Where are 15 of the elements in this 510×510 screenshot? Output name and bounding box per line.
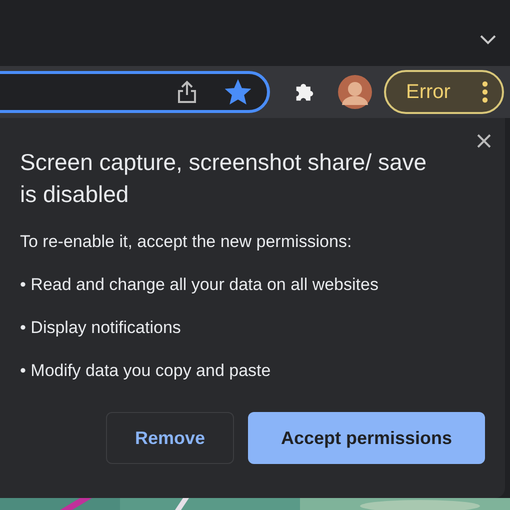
error-button[interactable]: Error: [384, 70, 504, 114]
permission-item: • Display notifications: [20, 318, 182, 338]
more-icon: [482, 81, 488, 103]
share-icon[interactable]: [177, 80, 197, 104]
star-icon[interactable]: [225, 79, 251, 105]
close-icon[interactable]: [477, 134, 491, 148]
accept-button[interactable]: Accept permissions: [248, 412, 485, 464]
dialog-text: To re-enable it, accept the new permissions:: [20, 232, 353, 252]
permission-item: • Read and change all your data on all websites: [20, 275, 380, 295]
permission-item: • Modify data you copy and paste: [20, 361, 272, 381]
chevron-down-icon[interactable]: [480, 35, 496, 45]
dialog-title: Screen capture, screenshot share/ save is disabled: [20, 148, 428, 209]
remove-button[interactable]: Remove: [106, 412, 234, 464]
avatar[interactable]: [338, 75, 372, 109]
address-bar[interactable]: [0, 71, 270, 113]
